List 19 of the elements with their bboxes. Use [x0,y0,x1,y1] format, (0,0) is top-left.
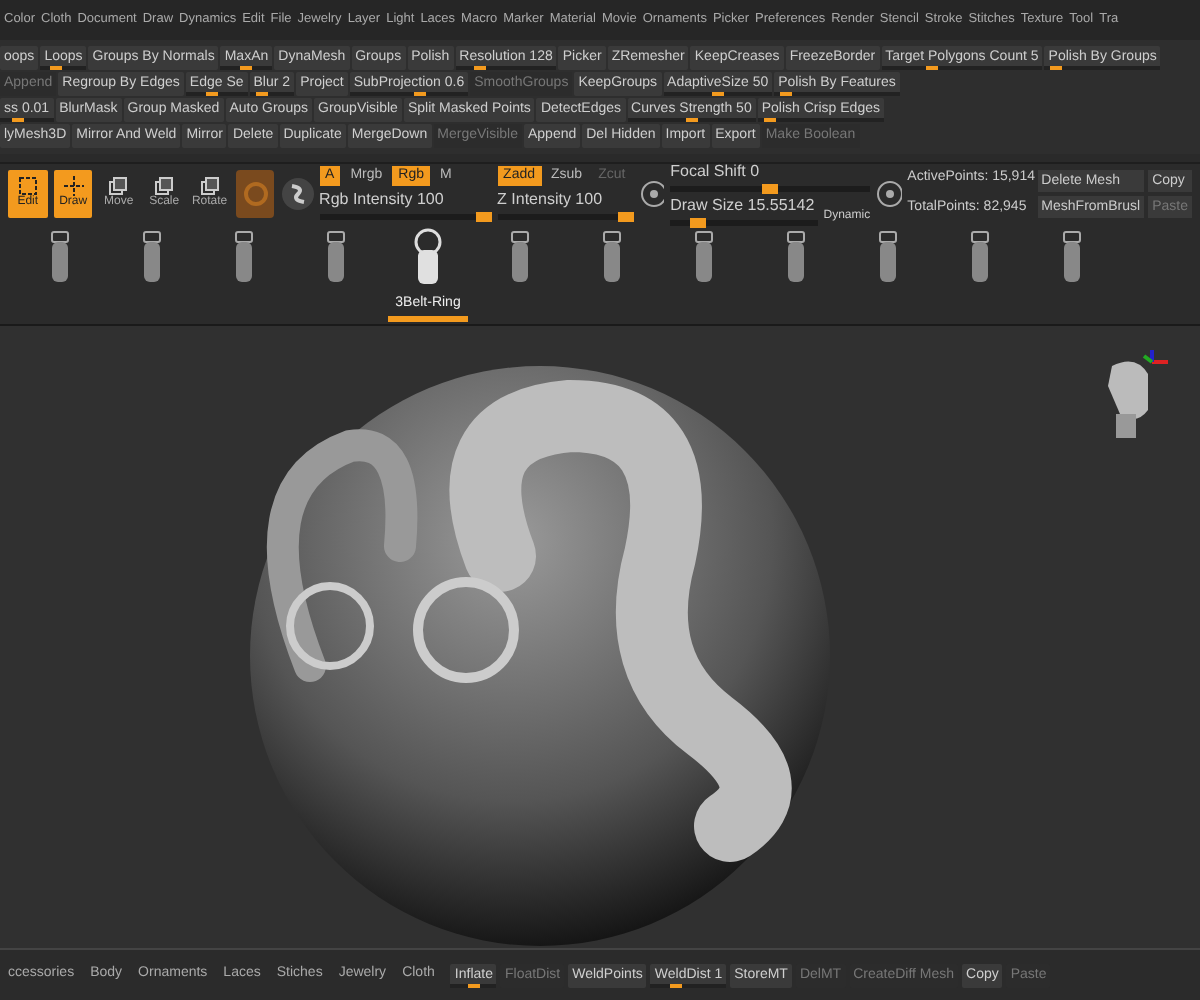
tool-icon [199,176,220,196]
material-swatch[interactable] [235,169,275,217]
slider-thumb[interactable] [762,183,779,193]
slider-thumb[interactable] [617,212,634,222]
slider-label: Draw Size 15.55142 [670,195,817,215]
slider-label: Focal Shift 0 [670,161,762,181]
texture-icon[interactable] [280,175,314,211]
slider-thumb[interactable] [690,217,706,227]
tool-icon [17,176,38,196]
brush-d-icon[interactable] [876,179,902,207]
tool-icon [154,176,175,196]
tool-icon [108,176,129,196]
tool-icon [63,176,84,196]
slider-thumb[interactable] [475,212,492,222]
belt-brush-icon [412,228,444,288]
sphere-icon [243,181,268,205]
slider-label: Rgb Intensity 100 [319,190,446,210]
brush-s-icon[interactable] [639,179,665,207]
slider-label: Z Intensity 100 [497,190,605,210]
